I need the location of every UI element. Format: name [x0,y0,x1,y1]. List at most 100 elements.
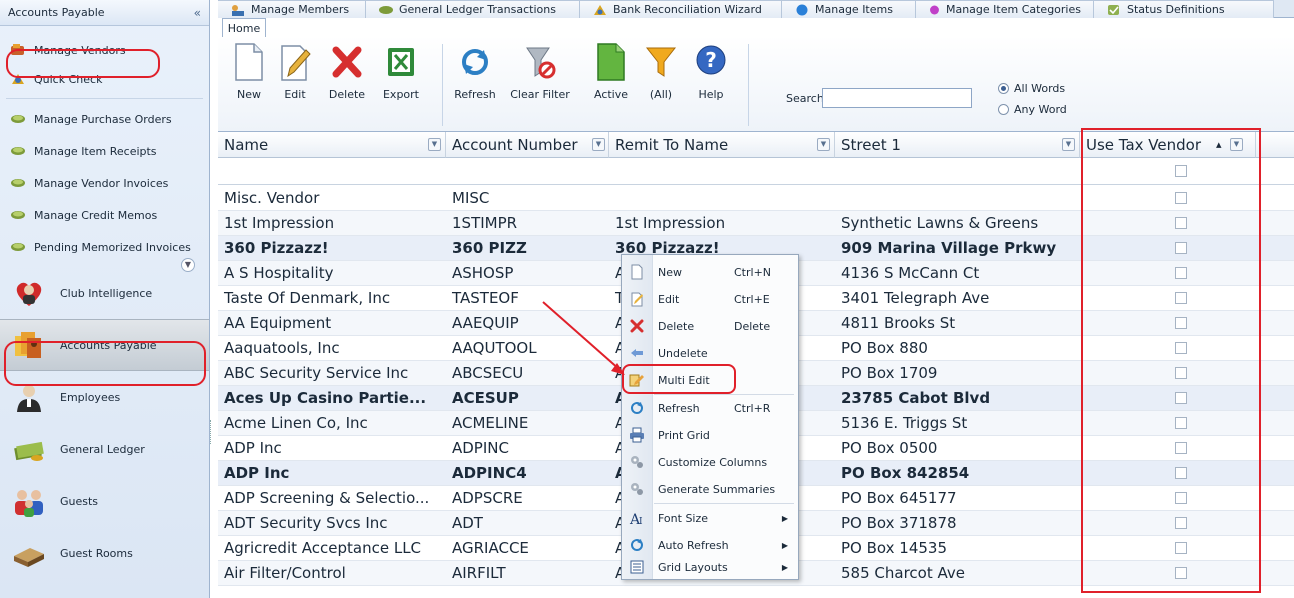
menu-label: Generate Summaries [658,483,776,496]
menu-item-new[interactable]: New Ctrl+N [622,259,798,286]
use-tax-checkbox[interactable] [1175,217,1187,229]
radio-button[interactable] [998,83,1009,94]
menu-item-print-grid[interactable]: Print Grid [622,422,798,449]
tab-manage-members[interactable]: Manage Members [218,0,366,18]
module-club-intelligence[interactable]: Club Intelligence [0,267,209,319]
filter-dropdown-icon[interactable]: ▼ [817,138,830,151]
help-button[interactable]: ? Help [688,42,734,101]
ribbon-tab-home[interactable]: Home [222,18,266,37]
column-chooser[interactable] [1256,132,1294,158]
edit-button[interactable]: Edit [272,42,318,101]
menu-item-grid-layouts[interactable]: Grid Layouts ▶ [622,554,798,581]
cell-street-1: 23785 Cabot Blvd [841,389,991,407]
module-employees[interactable]: Employees [0,371,209,423]
new-button[interactable]: New [226,42,272,101]
cell-name: Aces Up Casino Partie... [224,389,427,407]
sidebar-link-credit-memos[interactable]: Manage Credit Memos [0,199,209,231]
filter-dropdown-icon[interactable]: ▼ [1062,138,1075,151]
use-tax-checkbox[interactable] [1175,192,1187,204]
all-filter-button[interactable]: (All) [638,42,684,101]
menu-label: New [658,266,682,279]
use-tax-checkbox[interactable] [1175,242,1187,254]
tab-manage-item-categories[interactable]: Manage Item Categories [916,0,1094,18]
cell-name: Agricredit Acceptance LLC [224,539,422,557]
cell-account-number: AAQUTOOL [452,339,537,357]
sidebar: Accounts Payable « Manage Vendors Quick … [0,0,210,598]
menu-item-font-size[interactable]: AI Font Size ▶ [622,505,798,532]
table-row[interactable]: Misc. Vendor MISC [218,186,1294,211]
sidebar-link-vendor-invoices[interactable]: Manage Vendor Invoices [0,167,209,199]
use-tax-checkbox[interactable] [1175,542,1187,554]
menu-item-edit[interactable]: Edit Ctrl+E [622,286,798,313]
column-header-account-number[interactable]: Account Number ▼ [446,132,609,158]
sidebar-link-memorized-invoices[interactable]: Pending Memorized Invoices [0,231,209,263]
export-button[interactable]: Export [378,42,424,101]
module-guest-rooms[interactable]: Guest Rooms [0,527,209,579]
sidebar-link-item-receipts[interactable]: Manage Item Receipts [0,135,209,167]
filter-dropdown-icon[interactable]: ▼ [1230,138,1243,151]
cell-account-number: 1STIMPR [452,214,518,232]
module-general-ledger[interactable]: General Ledger [0,423,209,475]
use-tax-checkbox[interactable] [1175,417,1187,429]
cell-account-number: 360 PIZZ [452,239,527,257]
cell-street-1: PO Box 842854 [841,464,970,482]
radio-any-word[interactable]: Any Word [998,103,1067,116]
active-button[interactable]: Active [588,42,634,101]
module-accounts-payable[interactable]: Accounts Payable [0,319,209,371]
use-tax-checkbox[interactable] [1175,292,1187,304]
column-header-street-1[interactable]: Street 1 ▼ [835,132,1080,158]
filter-dropdown-icon[interactable]: ▼ [592,138,605,151]
tab-gl-transactions[interactable]: General Ledger Transactions [366,0,580,18]
tab-bank-reconciliation[interactable]: Bank Reconciliation Wizard [580,0,782,18]
money-icon [379,5,393,14]
use-tax-checkbox[interactable] [1175,492,1187,504]
tab-status-definitions[interactable]: Status Definitions [1094,0,1274,18]
cell-remit-to-name: 1st Impression [615,214,726,232]
heart-person-icon [16,282,42,306]
column-title: Account Number [452,135,578,154]
menu-item-refresh[interactable]: Refresh Ctrl+R [622,395,798,422]
filter-dropdown-icon[interactable]: ▼ [428,138,441,151]
delete-button[interactable]: Delete [324,42,370,101]
cell-street-1: 909 Marina Village Prkwy [841,239,1057,257]
sidebar-link-manage-vendors[interactable]: Manage Vendors [0,36,209,64]
tab-manage-items[interactable]: Manage Items [782,0,916,18]
menu-item-delete[interactable]: Delete Delete [622,313,798,340]
use-tax-checkbox[interactable] [1175,567,1187,579]
module-guests[interactable]: Guests [0,475,209,527]
use-tax-checkbox[interactable] [1175,367,1187,379]
sidebar-link-quick-check[interactable]: Quick Check [0,64,209,94]
use-tax-checkbox[interactable] [1175,317,1187,329]
column-header-use-tax-vendor[interactable]: Use Tax Vendor ▴ ▼ [1080,132,1256,158]
column-header-name[interactable]: Name ▼ [218,132,446,158]
sidebar-link-purchase-orders[interactable]: Manage Purchase Orders [0,103,209,135]
menu-item-multi-edit[interactable]: Multi Edit [622,367,798,394]
radio-button[interactable] [998,104,1009,115]
use-tax-checkbox[interactable] [1175,517,1187,529]
use-tax-checkbox[interactable] [1175,467,1187,479]
filter-checkbox[interactable] [1175,165,1187,177]
cell-name: AA Equipment [224,314,332,332]
search-input[interactable] [822,88,972,108]
table-row[interactable]: 1st Impression 1STIMPR 1st Impression Synth… [218,211,1294,236]
sidebar-link-label: Manage Item Receipts [34,144,157,158]
menu-item-generate-summaries[interactable]: Generate Summaries [622,476,798,503]
clear-filter-button[interactable]: Clear Filter [510,42,570,101]
button-label: Edit [284,88,306,101]
radio-all-words[interactable]: All Words [998,82,1065,95]
refresh-button[interactable]: Refresh [452,42,498,101]
column-header-remit-to-name[interactable]: Remit To Name ▼ [609,132,835,158]
use-tax-checkbox[interactable] [1175,392,1187,404]
splitter-grip[interactable] [210,420,213,444]
use-tax-checkbox[interactable] [1175,342,1187,354]
filter-row[interactable] [218,159,1294,185]
cell-account-number: MISC [452,189,490,207]
cell-name: ADP Screening & Selectio... [224,489,430,507]
quick-check-icon [12,74,24,84]
use-tax-checkbox[interactable] [1175,267,1187,279]
menu-item-undelete[interactable]: Undelete [622,340,798,367]
use-tax-checkbox[interactable] [1175,442,1187,454]
menu-item-customize-columns[interactable]: Customize Columns [622,449,798,476]
collapse-icon[interactable]: « [194,6,201,20]
accounts-payable-icon [15,332,41,358]
